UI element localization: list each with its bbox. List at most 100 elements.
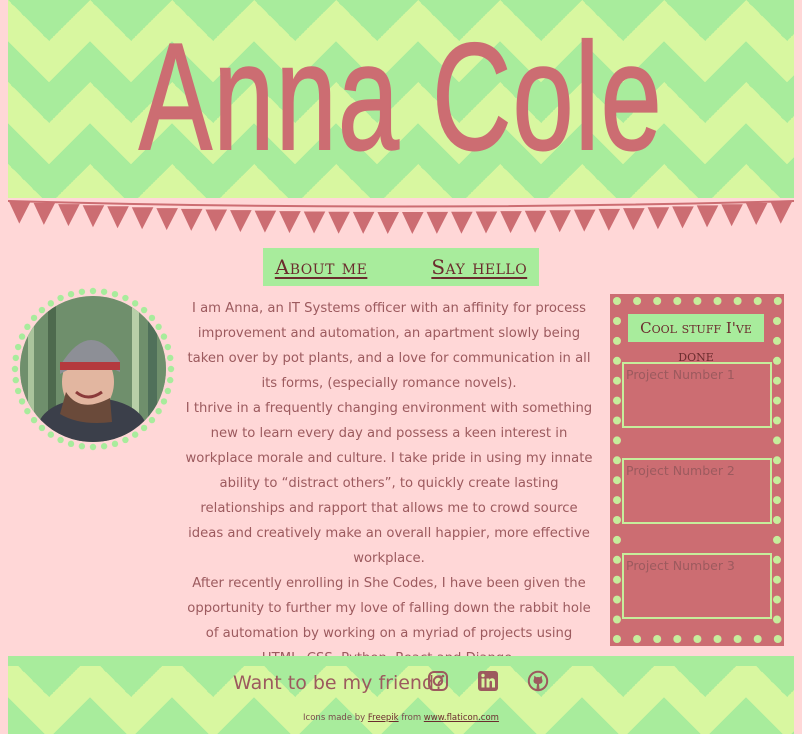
bunting-decoration <box>8 200 794 234</box>
bunting-flag <box>598 208 621 231</box>
avatar-border-dot <box>14 343 22 351</box>
sidebar-border-dot <box>613 615 621 624</box>
sidebar-border-dot <box>613 416 621 425</box>
sidebar-border-dot <box>613 336 621 345</box>
bunting-flag <box>131 207 154 230</box>
avatar-border-dot <box>131 431 139 438</box>
footer-divider <box>8 656 794 666</box>
sidebar-border-dot <box>753 297 762 305</box>
sidebar-border-dot <box>773 516 781 524</box>
avatar-border-dot <box>100 288 108 295</box>
flaticon-link[interactable]: www.flaticon.com <box>424 713 499 723</box>
avatar-border-dot <box>164 343 172 351</box>
avatar-border-dot <box>164 387 172 395</box>
header-banner: Anna Cole <box>8 0 794 198</box>
avatar-border-dot <box>122 294 129 302</box>
sidebar-border-dot <box>773 595 781 604</box>
bunting-flag <box>721 204 743 227</box>
bunting-flag <box>426 211 449 234</box>
sidebar-border-dot <box>613 456 621 465</box>
avatar-border-dot <box>38 424 46 432</box>
avatar-border-dot <box>38 306 46 314</box>
linkedin-icon[interactable] <box>477 670 499 692</box>
sidebar-border-dot <box>693 297 702 305</box>
avatar-border-dot <box>67 290 75 298</box>
bunting-flag <box>402 211 424 234</box>
sidebar-border-dot <box>653 297 662 305</box>
project-card-2[interactable]: Project Number 2 <box>622 458 772 524</box>
avatar-border-dot <box>18 333 26 340</box>
bunting-flag <box>549 210 571 233</box>
sidebar-border-dot <box>773 317 781 325</box>
avatar-border-dot <box>148 416 156 424</box>
instagram-icon[interactable] <box>427 670 449 692</box>
sidebar-border-dot <box>673 297 682 305</box>
project-card-1[interactable]: Project Number 1 <box>622 362 772 428</box>
avatar-border-dot <box>78 443 86 450</box>
avatar-border-dot <box>78 288 86 295</box>
avatar-border-dot <box>160 398 168 405</box>
bunting-flag <box>377 211 399 234</box>
sidebar-border-dot <box>673 635 682 643</box>
bunting-flag <box>58 204 80 227</box>
icon-credits: Icons made by Freepik from www.flaticon.… <box>0 713 802 723</box>
sidebar-border-dot <box>753 635 762 643</box>
avatar-border-dot <box>57 294 64 302</box>
sidebar-border-dot <box>613 476 621 485</box>
bunting-flag <box>107 206 129 229</box>
sidebar-border-dot <box>773 496 781 505</box>
credit-mid: from <box>401 713 422 723</box>
sidebar-border-dot <box>733 297 742 305</box>
avatar-border-dot <box>111 440 119 448</box>
sidebar-border-dot <box>733 635 742 643</box>
page-title: Anna Cole <box>138 11 664 183</box>
bunting-flag <box>254 210 277 233</box>
sidebar-border-dot <box>773 456 781 465</box>
sidebar-border-dot <box>613 376 621 385</box>
bunting-flag <box>696 205 719 228</box>
sidebar-border-dot <box>773 356 781 365</box>
sidebar-border-dot <box>773 336 781 345</box>
avatar-border-dot <box>47 431 55 438</box>
sidebar-border-dot <box>773 297 782 305</box>
bunting-flag <box>156 208 178 231</box>
avatar-border-dot <box>57 436 64 444</box>
bunting-flag <box>451 211 473 234</box>
project-card-3[interactable]: Project Number 3 <box>622 553 772 619</box>
avatar-border-dot <box>30 416 38 424</box>
bunting-flag <box>33 202 56 225</box>
sidebar-border-dot <box>613 297 621 305</box>
sidebar-border-dot <box>633 635 642 643</box>
sidebar-border-dot <box>613 555 621 564</box>
sidebar-border-dot <box>613 356 621 365</box>
avatar-border-dot <box>140 424 148 432</box>
main-nav: About me Say hello <box>263 248 539 286</box>
bunting-flag <box>475 211 498 234</box>
sidebar-border-dot <box>613 575 621 584</box>
nav-about-me-link[interactable]: About me <box>275 255 368 279</box>
avatar-border-dot <box>160 333 168 340</box>
sidebar-border-dot <box>613 317 621 325</box>
sidebar-border-dot <box>653 635 662 643</box>
bunting-flag <box>770 201 792 224</box>
sidebar-border-dot <box>613 396 621 405</box>
sidebar-border-dot <box>773 555 781 564</box>
bunting-flag <box>647 207 670 230</box>
freepik-link[interactable]: Freepik <box>368 713 399 723</box>
avatar-border-dot <box>122 436 129 444</box>
avatar-border-dot <box>155 407 162 415</box>
sidebar-border-dot <box>773 396 781 405</box>
sidebar-border-dot <box>773 376 781 385</box>
bunting-flag <box>573 209 596 232</box>
bunting-flag <box>303 211 326 234</box>
github-icon[interactable] <box>527 670 549 692</box>
avatar-border-dot <box>11 365 19 373</box>
avatar-border-dot <box>24 323 31 331</box>
avatar-border-dot <box>89 443 97 451</box>
credit-prefix: Icons made by <box>303 713 366 723</box>
bunting-flag <box>230 210 252 233</box>
avatar-border-dot <box>89 287 97 295</box>
nav-say-hello-link[interactable]: Say hello <box>431 255 527 279</box>
avatar-border-dot <box>47 300 55 307</box>
avatar-border-dot <box>14 387 22 395</box>
